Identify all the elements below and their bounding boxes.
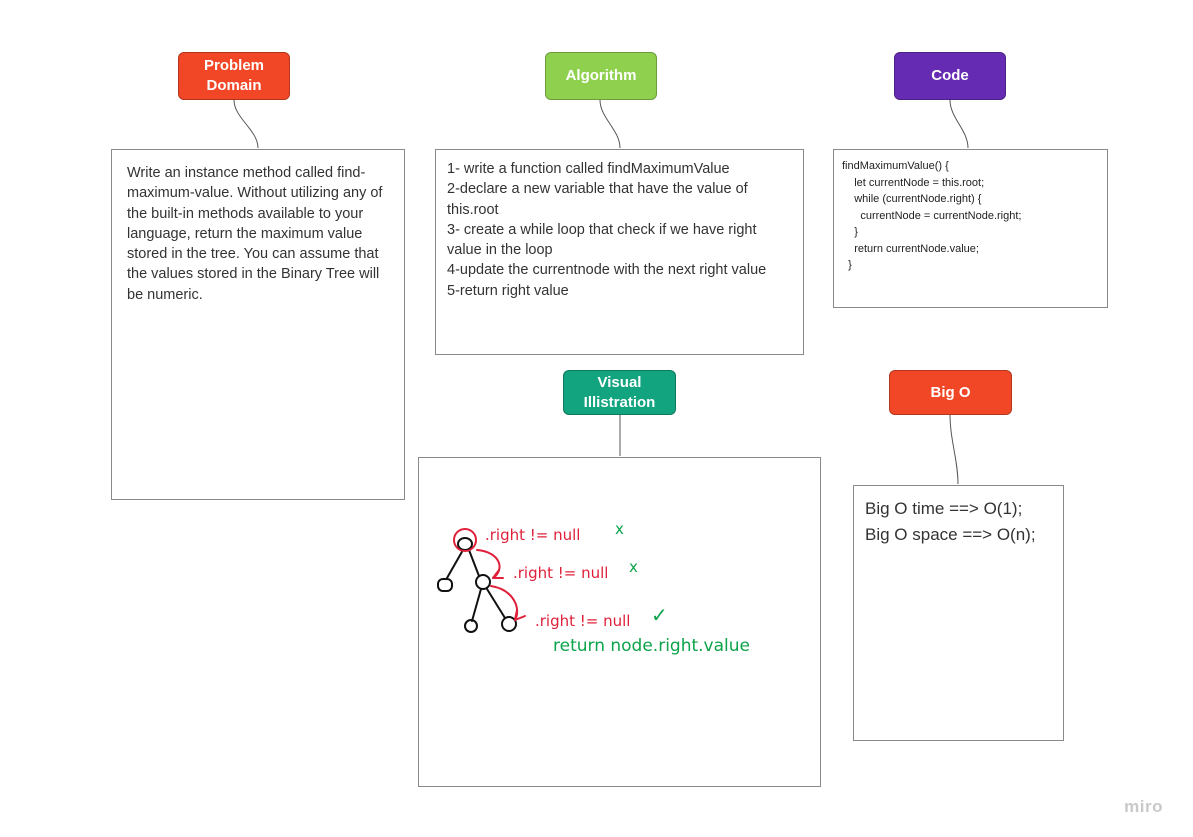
big-o-card[interactable]: Big O time ==> O(1); Big O space ==> O(n… — [853, 485, 1064, 741]
code-line: while (currentNode.right) { — [842, 193, 982, 205]
root-highlight-circle — [453, 528, 477, 552]
problem-domain-card[interactable]: Write an instance method called find-max… — [111, 149, 405, 500]
visual-illustration-tag[interactable]: Visual Illistration — [563, 370, 676, 415]
big-o-space: Big O space ==> O(n); — [865, 525, 1036, 544]
check-mark: ✓ — [651, 603, 668, 627]
miro-watermark: miro — [1124, 797, 1163, 816]
algorithm-step: 1- write a function called findMaximumVa… — [447, 161, 730, 177]
tree-edge — [486, 588, 506, 619]
algorithm-step: 2-declare a new variable that have the v… — [447, 181, 748, 218]
algorithm-card[interactable]: 1- write a function called findMaximumVa… — [435, 149, 804, 355]
code-line: } — [842, 226, 858, 238]
annotation-right-not-null: .right != null — [513, 564, 608, 582]
cross-mark: x — [615, 520, 624, 538]
tree-node-left-grandchild — [464, 619, 478, 633]
annotation-right-not-null: .right != null — [535, 612, 630, 630]
connector-algorithm — [599, 99, 621, 149]
code-line: let currentNode = this.root; — [842, 176, 985, 189]
annotation-right-not-null: .right != null — [485, 526, 580, 544]
code-line: } — [842, 259, 852, 271]
tree-edge — [471, 588, 482, 622]
code-line: return currentNode.value; — [842, 242, 979, 255]
tree-sketch: .right != null .right != null .right != … — [437, 520, 750, 656]
problem-domain-tag[interactable]: Problem Domain — [178, 52, 290, 100]
algorithm-step: 3- create a while loop that check if we … — [447, 221, 757, 259]
code-line: currentNode = currentNode.right; — [842, 209, 1022, 222]
big-o-tag[interactable]: Big O — [889, 370, 1012, 415]
code-line: findMaximumValue() { — [842, 160, 949, 172]
return-annotation: return node.right.value — [553, 636, 750, 656]
cross-mark: x — [629, 558, 638, 576]
tree-node-right-grandchild — [501, 616, 517, 632]
problem-text: Write an instance method called find-max… — [127, 165, 383, 303]
tree-node-right-child — [475, 574, 491, 590]
tree-edge — [446, 549, 464, 579]
connector-code — [949, 99, 969, 149]
connector-big-o — [949, 413, 959, 485]
tree-edge — [468, 549, 480, 577]
big-o-time: Big O time ==> O(1); — [865, 499, 1023, 518]
arrow-head — [514, 609, 526, 621]
visual-illustration-card[interactable]: .right != null .right != null .right != … — [418, 457, 821, 787]
code-card[interactable]: findMaximumValue() { let currentNode = t… — [833, 149, 1108, 308]
tree-node-left-leaf — [437, 578, 453, 592]
connector-problem — [233, 99, 259, 149]
code-tag[interactable]: Code — [894, 52, 1006, 100]
algorithm-tag[interactable]: Algorithm — [545, 52, 657, 100]
algorithm-step: 5-return right value — [447, 282, 569, 299]
tree-node-root — [457, 537, 473, 551]
algorithm-step: 4-update the currentnode with the next r… — [447, 262, 767, 279]
